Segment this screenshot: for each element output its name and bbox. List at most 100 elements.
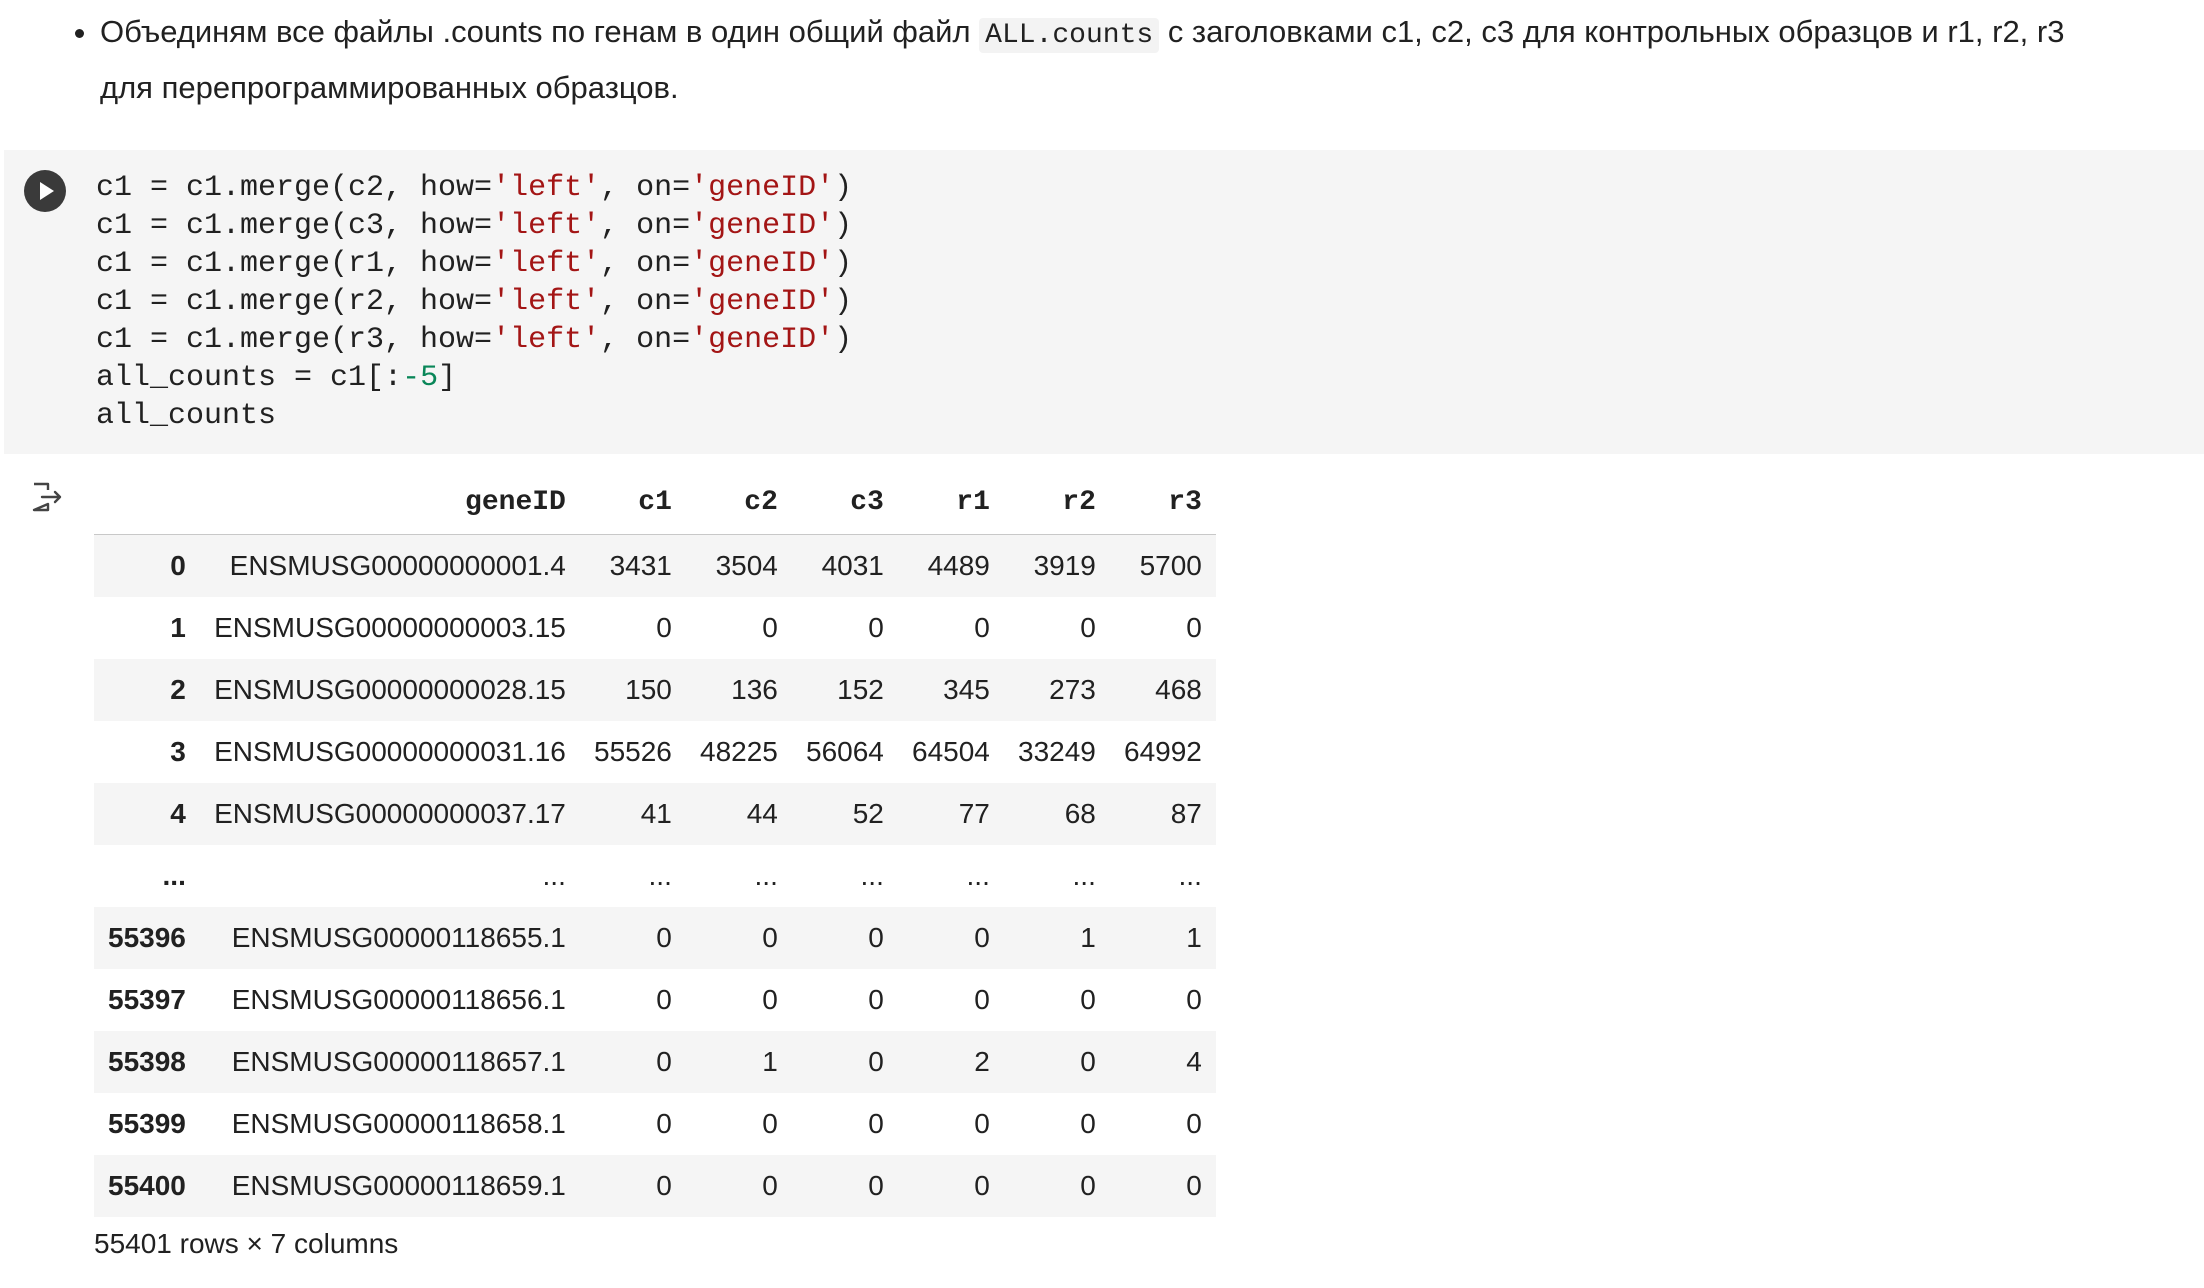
table-cell: 0: [656, 921, 672, 953]
table-cell: 0: [868, 1169, 884, 1201]
table-cell: 150: [625, 673, 672, 705]
code-line: all_counts = c1[:-5]: [96, 361, 457, 395]
table-row: 55397 ENSMUSG00000118656.1 0 0 0 0 0 0: [94, 969, 1216, 1031]
table-cell: 0: [656, 1169, 672, 1201]
table-cell: ...: [648, 859, 672, 891]
code-line: c1 = c1.merge(c2, how='left', on='geneID…: [96, 171, 853, 205]
row-index: 4: [170, 797, 186, 829]
table-row: 1 ENSMUSG00000000003.15 0 0 0 0 0 0: [94, 597, 1216, 659]
table-cell: 0: [974, 1107, 990, 1139]
table-row: 55398 ENSMUSG00000118657.1 0 1 0 2 0 4: [94, 1030, 1216, 1093]
row-index: 55399: [108, 1107, 186, 1139]
table-cell: 0: [1186, 1107, 1202, 1139]
table-cell: 0: [974, 611, 990, 643]
table-cell: 345: [943, 673, 990, 705]
table-cell: 0: [974, 921, 990, 953]
code-line: all_counts: [96, 399, 277, 433]
table-cell: 0: [868, 921, 884, 953]
table-row: 2 ENSMUSG00000000028.15 150 136 152 345 273 468: [94, 658, 1216, 721]
inline-code: ALL.counts: [979, 18, 1160, 53]
table-row: 55400 ENSMUSG00000118659.1 0 0 0 0 0 0: [94, 1154, 1216, 1217]
table-cell: 64504: [912, 735, 990, 767]
row-index: 55400: [108, 1169, 186, 1201]
table-cell: 4489: [927, 549, 990, 581]
index-header: [94, 470, 200, 535]
table-cell: 44: [746, 797, 778, 829]
row-index: 0: [170, 549, 186, 581]
table-cell: ...: [542, 859, 566, 891]
code-line: c1 = c1.merge(r3, how='left', on='geneID…: [96, 323, 853, 357]
table-cell: 41: [640, 797, 672, 829]
table-cell: 3919: [1033, 549, 1096, 581]
table-cell: 0: [1186, 983, 1202, 1015]
table-cell: 0: [656, 1045, 672, 1077]
table-cell: 0: [762, 1107, 778, 1139]
table-cell: 0: [1186, 1169, 1202, 1201]
markdown-cell: Объединям все файлы .counts по генам в о…: [60, 6, 2070, 114]
table-cell: ...: [754, 859, 778, 891]
table-cell: 136: [731, 673, 778, 705]
column-header: c1: [579, 470, 686, 535]
table-cell: 3431: [609, 549, 672, 581]
table-cell: 1: [1186, 921, 1202, 953]
dataframe-table: geneID c1 c2 c3 r1 r2 r3 0 ENSMUSG00000000001.4…: [94, 470, 1216, 1217]
table-cell: 0: [974, 1169, 990, 1201]
table-row: 0 ENSMUSG00000000001.4 3431 3504 4031 4489 391…: [94, 534, 1216, 597]
bullet-item: Объединям все файлы .counts по генам в о…: [100, 6, 2070, 114]
table-cell: 48225: [700, 735, 778, 767]
table-cell: ...: [1178, 859, 1202, 891]
row-index: 55396: [108, 921, 186, 953]
row-index: 55397: [108, 983, 186, 1015]
table-cell: 1: [762, 1045, 778, 1077]
column-header: c2: [685, 470, 792, 535]
table-cell: 0: [762, 983, 778, 1015]
row-index: 2: [170, 673, 186, 705]
table-cell: 2: [974, 1045, 990, 1077]
row-index: 3: [170, 735, 186, 767]
table-cell: ENSMUSG00000118658.1: [231, 1107, 566, 1139]
output-redirect-icon[interactable]: [30, 480, 64, 514]
table-cell: 0: [656, 611, 672, 643]
table-row: 55396 ENSMUSG00000118655.1 0 0 0 0 1 1: [94, 906, 1216, 969]
table-cell: 55526: [594, 735, 672, 767]
table-cell: 0: [762, 921, 778, 953]
table-cell: 0: [656, 983, 672, 1015]
table-row: 55399 ENSMUSG00000118658.1 0 0 0 0 0 0: [94, 1093, 1216, 1155]
code-editor[interactable]: c1 = c1.merge(c2, how='left', on='geneID…: [96, 169, 852, 435]
table-cell: ENSMUSG00000000003.15: [214, 611, 566, 643]
table-cell: 273: [1049, 673, 1096, 705]
column-header: r2: [1003, 470, 1110, 535]
table-cell: 3504: [715, 549, 778, 581]
table-cell: 1: [1080, 921, 1096, 953]
code-line: c1 = c1.merge(c3, how='left', on='geneID…: [96, 209, 853, 243]
table-cell: 0: [868, 611, 884, 643]
table-cell: ...: [1072, 859, 1096, 891]
table-cell: ENSMUSG00000118659.1: [231, 1169, 566, 1201]
column-header: c3: [791, 470, 898, 535]
table-cell: 5700: [1139, 549, 1202, 581]
table-header-row: geneID c1 c2 c3 r1 r2 r3: [94, 470, 1216, 535]
table-cell: 52: [852, 797, 884, 829]
row-index: 1: [170, 611, 186, 643]
table-cell: 4031: [821, 549, 884, 581]
code-cell[interactable]: c1 = c1.merge(c2, how='left', on='geneID…: [4, 150, 2204, 454]
table-cell: 0: [974, 983, 990, 1015]
table-cell: ENSMUSG00000000037.17: [214, 797, 566, 829]
row-index: ...: [162, 859, 186, 891]
table-cell: 4: [1186, 1045, 1202, 1077]
table-cell: 87: [1170, 797, 1202, 829]
dataframe-output: geneID c1 c2 c3 r1 r2 r3 0 ENSMUSG00000000001.4…: [94, 470, 1216, 1217]
table-cell: 0: [656, 1107, 672, 1139]
table-cell: ENSMUSG00000118657.1: [231, 1045, 566, 1077]
table-cell: 0: [868, 1045, 884, 1077]
table-cell: 0: [1080, 1045, 1096, 1077]
dataframe-shape-label: 55401 rows × 7 columns: [94, 1228, 399, 1259]
column-header: r3: [1109, 470, 1216, 535]
table-cell: 64992: [1124, 735, 1202, 767]
column-header: geneID: [199, 470, 580, 535]
play-icon: [40, 182, 54, 200]
table-cell: 0: [868, 983, 884, 1015]
bullet-list: Объединям все файлы .counts по генам в о…: [60, 6, 2070, 114]
table-cell: 0: [1080, 611, 1096, 643]
run-cell-button[interactable]: [24, 170, 66, 212]
